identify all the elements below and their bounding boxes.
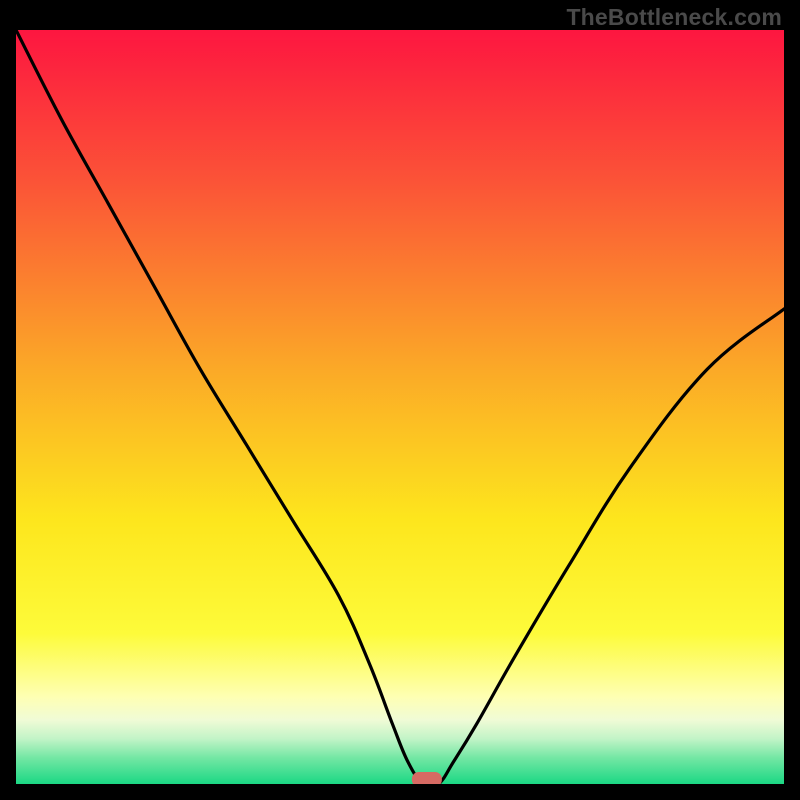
chart-svg	[16, 30, 784, 784]
optimal-point-marker	[412, 772, 442, 784]
gradient-background	[16, 30, 784, 784]
plot-area	[16, 30, 784, 784]
chart-frame: TheBottleneck.com	[0, 0, 800, 800]
watermark-text: TheBottleneck.com	[566, 4, 782, 31]
